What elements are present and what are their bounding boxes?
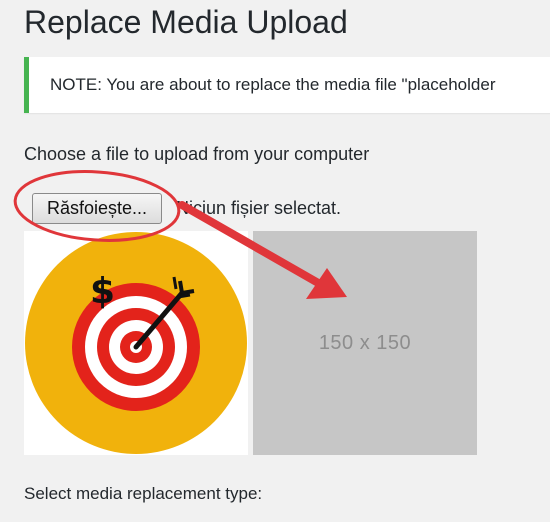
replace-notice: NOTE: You are about to replace the media… — [24, 57, 550, 113]
svg-text:$: $ — [90, 271, 115, 312]
placeholder-thumbnail: 150 x 150 — [253, 231, 477, 455]
choose-file-label: Choose a file to upload from your comput… — [24, 144, 370, 164]
current-media-thumbnail: $ — [24, 231, 248, 455]
browse-button[interactable]: Răsfoiește... — [32, 193, 162, 224]
notice-text: NOTE: You are about to replace the media… — [50, 75, 496, 94]
file-status-text: Niciun fișier selectat. — [176, 198, 342, 218]
replacement-type-label: Select media replacement type: — [24, 484, 263, 503]
page-title: Replace Media Upload — [24, 4, 348, 40]
placeholder-size-text: 150 x 150 — [318, 331, 412, 354]
dollar-target-arrow-icon: $ — [25, 232, 247, 454]
